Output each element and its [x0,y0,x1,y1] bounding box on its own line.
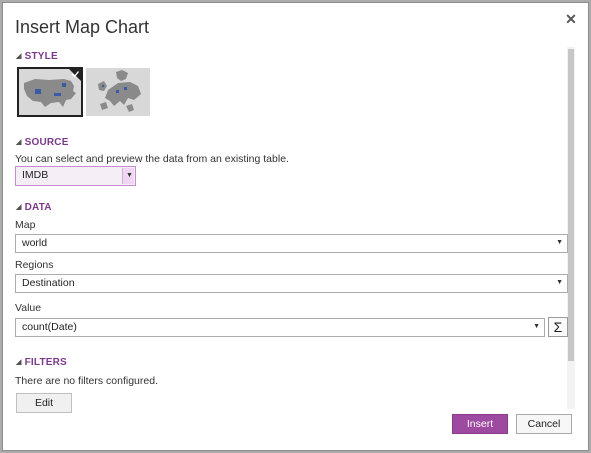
cancel-button[interactable]: Cancel [516,414,572,434]
map-label: Map [15,219,36,231]
europe-map-icon [86,68,150,116]
scrollbar[interactable] [567,47,575,409]
filters-section-header[interactable]: ◢ FILTERS [16,357,67,368]
map-select[interactable]: world ▼ [15,234,568,253]
value-label: Value [15,302,42,314]
regions-label: Regions [15,259,54,271]
value-value: count(Date) [22,321,77,333]
regions-select[interactable]: Destination ▼ [15,274,568,293]
scrollbar-thumb[interactable] [568,49,574,361]
filters-header-label: FILTERS [24,357,67,368]
chevron-down-icon: ▼ [126,172,133,179]
source-section-header[interactable]: ◢ SOURCE [16,137,69,148]
chevron-down-icon: ▼ [556,239,563,246]
edit-filters-button[interactable]: Edit [16,393,72,413]
filters-empty-text: There are no filters configured. [15,375,158,387]
collapse-triangle-icon: ◢ [16,204,22,211]
style-section-header[interactable]: ◢ STYLE [16,51,58,62]
source-header-label: SOURCE [24,137,69,148]
value-select[interactable]: count(Date) ▼ [15,318,545,337]
collapse-triangle-icon: ◢ [16,53,22,60]
chevron-down-icon: ▼ [556,279,563,286]
source-dropdown-button[interactable]: ▼ [122,168,134,184]
source-table-value: IMDB [22,169,49,181]
style-header-label: STYLE [24,51,58,62]
insert-map-chart-dialog: Insert Map Chart ✕ ◢ STYLE ◢ SOURCE You … [2,2,589,451]
regions-value: Destination [22,277,75,289]
map-value: world [22,237,48,249]
close-icon[interactable]: ✕ [564,12,578,26]
chevron-down-icon: ▼ [533,323,540,330]
dialog-title: Insert Map Chart [15,17,150,37]
collapse-triangle-icon: ◢ [16,139,22,146]
source-table-select[interactable]: IMDB ▼ [15,166,136,186]
source-description: You can select and preview the data from… [15,153,289,165]
insert-button[interactable]: Insert [452,414,508,434]
sigma-icon: Σ [553,319,563,335]
data-header-label: DATA [24,202,52,213]
style-option-usa-map[interactable] [17,67,83,117]
collapse-triangle-icon: ◢ [16,359,22,366]
usa-map-icon [19,69,81,115]
aggregate-sigma-button[interactable]: Σ [548,317,568,337]
style-option-europe-map[interactable] [85,67,151,117]
data-section-header[interactable]: ◢ DATA [16,202,52,213]
